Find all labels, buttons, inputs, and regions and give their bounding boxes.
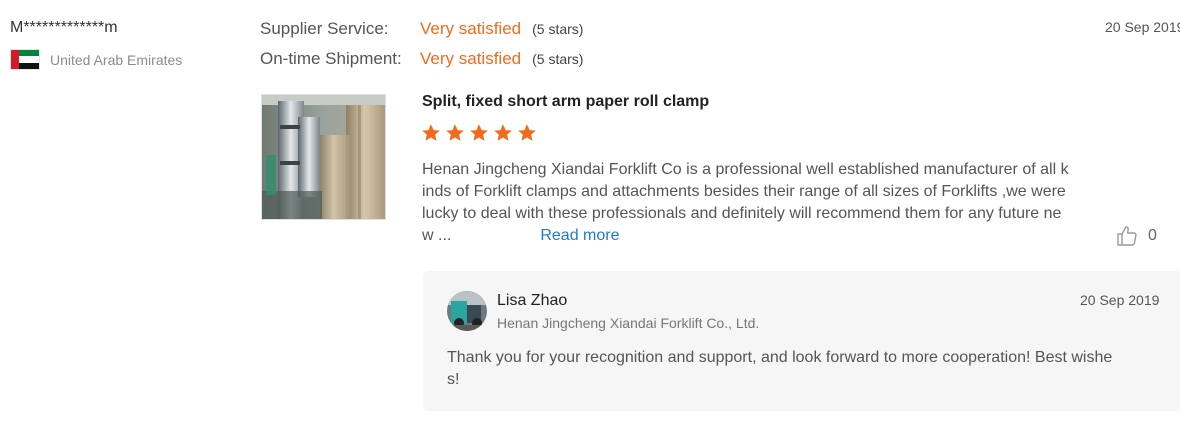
- avatar-photo-icon: [447, 291, 487, 331]
- product-title[interactable]: Split, fixed short arm paper roll clamp: [422, 93, 709, 111]
- review-text-line: inds of Forklift clamps and attachments …: [422, 183, 1066, 200]
- supplier-reply: Lisa Zhao Henan Jingcheng Xiandai Forkli…: [423, 271, 1180, 411]
- avatar: [447, 291, 487, 331]
- like-button[interactable]: 0: [1115, 224, 1157, 248]
- country-label: United Arab Emirates: [50, 51, 183, 68]
- rating-stars-text: (5 stars): [532, 21, 584, 37]
- reply-author-name: Lisa Zhao: [497, 292, 568, 309]
- reply-text: Thank you for your recognition and suppo…: [447, 347, 1167, 391]
- rating-stars-text: (5 stars): [532, 51, 584, 67]
- review-text-line: Henan Jingcheng Xiandai Forklift Co is a…: [422, 161, 1069, 178]
- reply-text-line: Thank you for your recognition and suppo…: [447, 349, 1113, 366]
- thumbs-up-icon: [1117, 226, 1137, 246]
- star-icon: [518, 124, 536, 141]
- reply-date: 20 Sep 2019: [1080, 292, 1160, 308]
- uae-flag-icon: [11, 50, 39, 69]
- rating-value: Very satisfied: [420, 49, 522, 68]
- reply-text-line: s!: [447, 371, 460, 388]
- star-icon: [470, 124, 488, 141]
- review-text-line: lucky to deal with these professionals a…: [422, 205, 1062, 222]
- review-card: M*************m United Arab Emirates Sup…: [0, 0, 1180, 434]
- review-text-last-line: w ... Read more: [422, 225, 1122, 247]
- rating-supplier-service: Supplier Service: Very satisfied (5 star…: [260, 19, 583, 39]
- rating-label: Supplier Service:: [260, 19, 389, 38]
- reviewer-name: M*************m: [10, 19, 118, 36]
- star-icon: [446, 124, 464, 141]
- rating-ontime-shipment: On-time Shipment: Very satisfied (5 star…: [260, 49, 583, 69]
- review-date: 20 Sep 2019: [1105, 19, 1180, 35]
- rating-label: On-time Shipment:: [260, 49, 402, 68]
- star-icon: [494, 124, 512, 141]
- star-icon: [422, 124, 440, 141]
- review-text: Henan Jingcheng Xiandai Forklift Co is a…: [422, 159, 1122, 247]
- reply-company: Henan Jingcheng Xiandai Forklift Co., Lt…: [497, 315, 760, 331]
- review-star-rating: [421, 123, 537, 143]
- rating-value: Very satisfied: [420, 19, 522, 38]
- read-more-link[interactable]: Read more: [540, 227, 619, 244]
- reviewer-country: United Arab Emirates: [11, 50, 182, 69]
- product-photo[interactable]: [261, 94, 386, 220]
- review-text-line: w ...: [422, 227, 452, 244]
- like-count: 0: [1148, 227, 1157, 244]
- paper-roll-clamp-photo-icon: [262, 95, 385, 219]
